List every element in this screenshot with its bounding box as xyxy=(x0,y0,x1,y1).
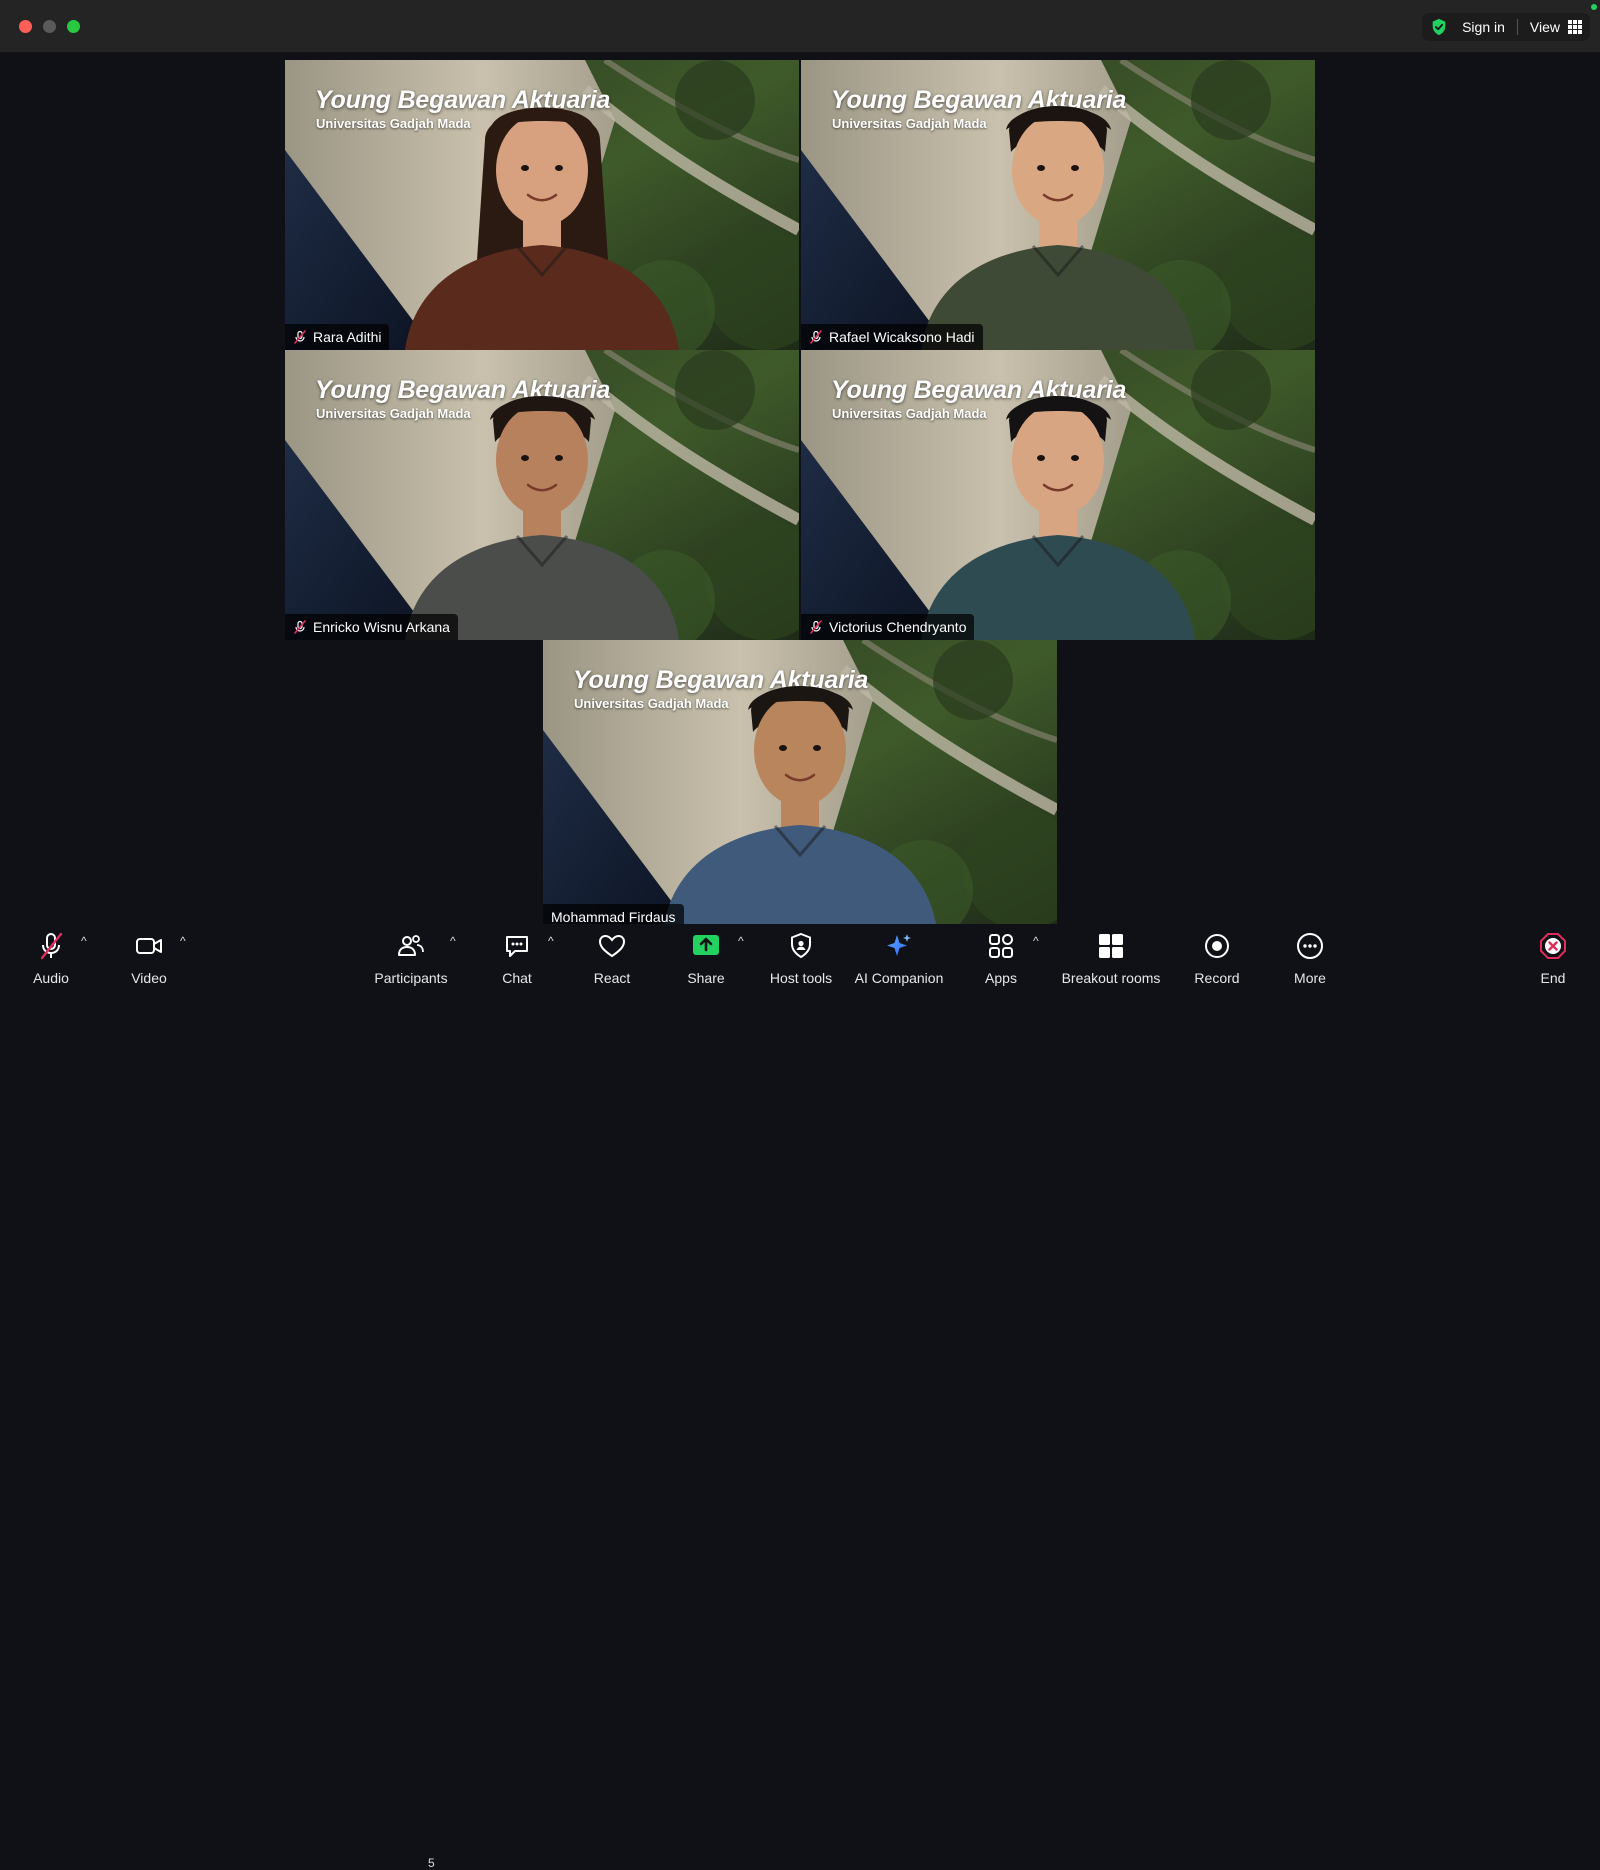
sign-in-link[interactable]: Sign in xyxy=(1462,19,1505,35)
apps-options-chevron-icon[interactable]: ^ xyxy=(1033,934,1039,948)
apps-button[interactable]: Apps xyxy=(976,924,1026,1000)
end-close-icon xyxy=(1540,933,1566,959)
muted-microphone-icon xyxy=(810,620,822,634)
participant-name-tag: Victorius Chendryanto xyxy=(801,614,975,640)
muted-microphone-icon xyxy=(294,330,306,344)
participant-name: Rara Adithi xyxy=(313,329,382,345)
apps-icon xyxy=(989,934,1013,958)
participants-label: Participants xyxy=(374,970,448,986)
participant-name-tag: Enricko Wisnu Arkana xyxy=(285,614,458,640)
audio-options-chevron-icon[interactable]: ^ xyxy=(81,934,87,948)
video-options-chevron-icon[interactable]: ^ xyxy=(180,934,186,948)
record-icon xyxy=(1205,934,1229,958)
window-maximize-button[interactable] xyxy=(67,20,80,33)
record-label: Record xyxy=(1194,970,1240,986)
top-right-controls: Sign in View xyxy=(1422,13,1590,41)
meeting-toolbar: Audio ^ Video ^ Participants 5 ^ Chat ^ … xyxy=(0,924,1600,1870)
participant-tile[interactable]: Young Begawan Aktuaria Universitas Gadja… xyxy=(801,350,1315,640)
share-screen-icon xyxy=(693,935,719,955)
video-button[interactable]: Video xyxy=(124,924,174,1000)
muted-microphone-icon xyxy=(810,330,822,344)
breakout-rooms-button[interactable]: Breakout rooms xyxy=(1059,924,1163,1000)
video-camera-icon xyxy=(136,938,162,954)
share-button[interactable]: Share xyxy=(681,924,731,1000)
participant-name-tag: Rafael Wicaksono Hadi xyxy=(801,324,983,350)
share-options-chevron-icon[interactable]: ^ xyxy=(738,934,744,948)
host-tools-button[interactable]: Host tools xyxy=(765,924,837,1000)
chat-icon xyxy=(506,936,528,957)
participants-icon xyxy=(398,935,424,956)
share-label: Share xyxy=(687,970,725,986)
participant-name: Rafael Wicaksono Hadi xyxy=(829,329,975,345)
more-label: More xyxy=(1294,970,1326,986)
apps-label: Apps xyxy=(985,970,1017,986)
status-dot xyxy=(1591,4,1597,10)
video-label: Video xyxy=(131,970,167,986)
ai-companion-button[interactable]: AI Companion xyxy=(852,924,946,1000)
audio-label: Audio xyxy=(33,970,69,986)
end-label: End xyxy=(1540,970,1566,986)
breakout-rooms-label: Breakout rooms xyxy=(1061,970,1161,986)
window-titlebar: Sign in View xyxy=(0,0,1600,53)
host-shield-icon xyxy=(791,932,811,959)
window-close-button[interactable] xyxy=(19,20,32,33)
grid-icon[interactable] xyxy=(1568,20,1582,34)
participant-video xyxy=(405,396,679,640)
separator xyxy=(1516,19,1518,35)
react-button[interactable]: React xyxy=(587,924,637,1000)
shield-check-icon[interactable] xyxy=(1430,18,1448,36)
host-tools-label: Host tools xyxy=(769,970,833,986)
participant-tile[interactable]: Young Begawan Aktuaria Universitas Gadja… xyxy=(801,60,1315,350)
audio-button[interactable]: Audio xyxy=(26,924,76,1000)
participants-button[interactable]: Participants xyxy=(368,924,454,1000)
participant-name: Victorius Chendryanto xyxy=(829,619,967,635)
participant-name: Mohammad Firdaus xyxy=(551,909,676,925)
participant-tile[interactable]: Young Begawan Aktuaria Universitas Gadja… xyxy=(285,350,799,640)
participant-video xyxy=(405,107,679,350)
participant-video xyxy=(921,396,1195,640)
heart-icon xyxy=(598,934,626,958)
participant-video xyxy=(921,106,1195,350)
microphone-muted-icon xyxy=(40,932,63,960)
participants-options-chevron-icon[interactable]: ^ xyxy=(450,934,456,948)
more-button[interactable]: More xyxy=(1285,924,1335,1000)
muted-microphone-icon xyxy=(294,620,306,634)
participants-count: 5 xyxy=(428,1856,435,1870)
chat-label: Chat xyxy=(502,970,532,986)
ai-sparkle-icon xyxy=(887,934,911,956)
chat-button[interactable]: Chat xyxy=(492,924,542,1000)
more-dots-icon xyxy=(1297,933,1323,959)
participant-name-tag: Rara Adithi xyxy=(285,324,390,350)
end-meeting-button[interactable]: End xyxy=(1528,924,1578,1000)
participant-name: Enricko Wisnu Arkana xyxy=(313,619,450,635)
participant-video xyxy=(663,686,937,930)
chat-options-chevron-icon[interactable]: ^ xyxy=(548,934,554,948)
react-label: React xyxy=(593,970,631,986)
window-minimize-button[interactable] xyxy=(43,20,56,33)
participant-tile[interactable]: Young Begawan Aktuaria Universitas Gadja… xyxy=(543,640,1057,930)
participant-tile[interactable]: Young Begawan Aktuaria Universitas Gadja… xyxy=(285,60,799,350)
ai-companion-label: AI Companion xyxy=(854,970,944,986)
record-button[interactable]: Record xyxy=(1192,924,1242,1000)
view-button-label[interactable]: View xyxy=(1530,19,1560,35)
breakout-rooms-icon xyxy=(1099,934,1123,958)
